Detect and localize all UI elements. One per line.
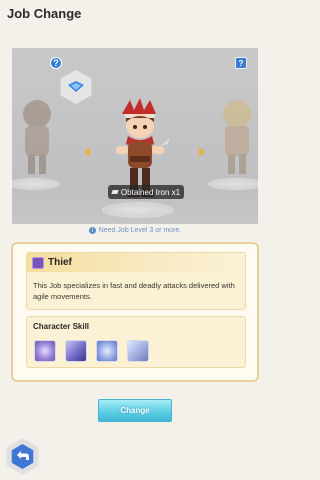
character-stage: ? ? Obtained Iron x1	[12, 48, 258, 224]
next-job-arrow[interactable]	[199, 147, 205, 157]
skill-heading: Character Skill	[33, 322, 90, 331]
back-arrow-icon	[17, 451, 29, 460]
skill-stealth-icon[interactable]	[127, 340, 149, 362]
job-description: This Job specializes in fast and deadly …	[33, 281, 235, 301]
job-emblem-hex[interactable]	[60, 70, 92, 104]
job-info-button[interactable]: ?	[235, 57, 247, 69]
job-name: Thief	[48, 257, 72, 268]
requirement-notice: i Need Job Level 3 or more.	[0, 227, 270, 234]
emblem-icon	[68, 81, 84, 92]
thief-job-icon	[32, 256, 44, 269]
change-button[interactable]: Change	[98, 399, 172, 422]
character-right-preview[interactable]	[216, 96, 258, 180]
info-icon: i	[88, 227, 96, 234]
page-title: Job Change	[7, 6, 82, 21]
job-header: Thief	[27, 253, 245, 272]
character-skill-box: Character Skill	[26, 316, 246, 368]
skill-whirl-icon[interactable]	[96, 340, 118, 362]
job-detail-panel: Thief This Job specializes in fast and d…	[11, 242, 259, 382]
obtained-item-tag: Obtained Iron x1	[108, 185, 184, 199]
skill-burst-icon[interactable]	[34, 340, 56, 362]
help-button[interactable]: ?	[50, 57, 62, 69]
skill-shadow-icon[interactable]	[65, 340, 87, 362]
character-left-preview[interactable]	[16, 96, 58, 180]
prev-job-arrow[interactable]	[84, 147, 90, 157]
back-button[interactable]	[6, 438, 39, 475]
iron-icon	[111, 190, 119, 194]
job-description-box: Thief This Job specializes in fast and d…	[26, 252, 246, 310]
